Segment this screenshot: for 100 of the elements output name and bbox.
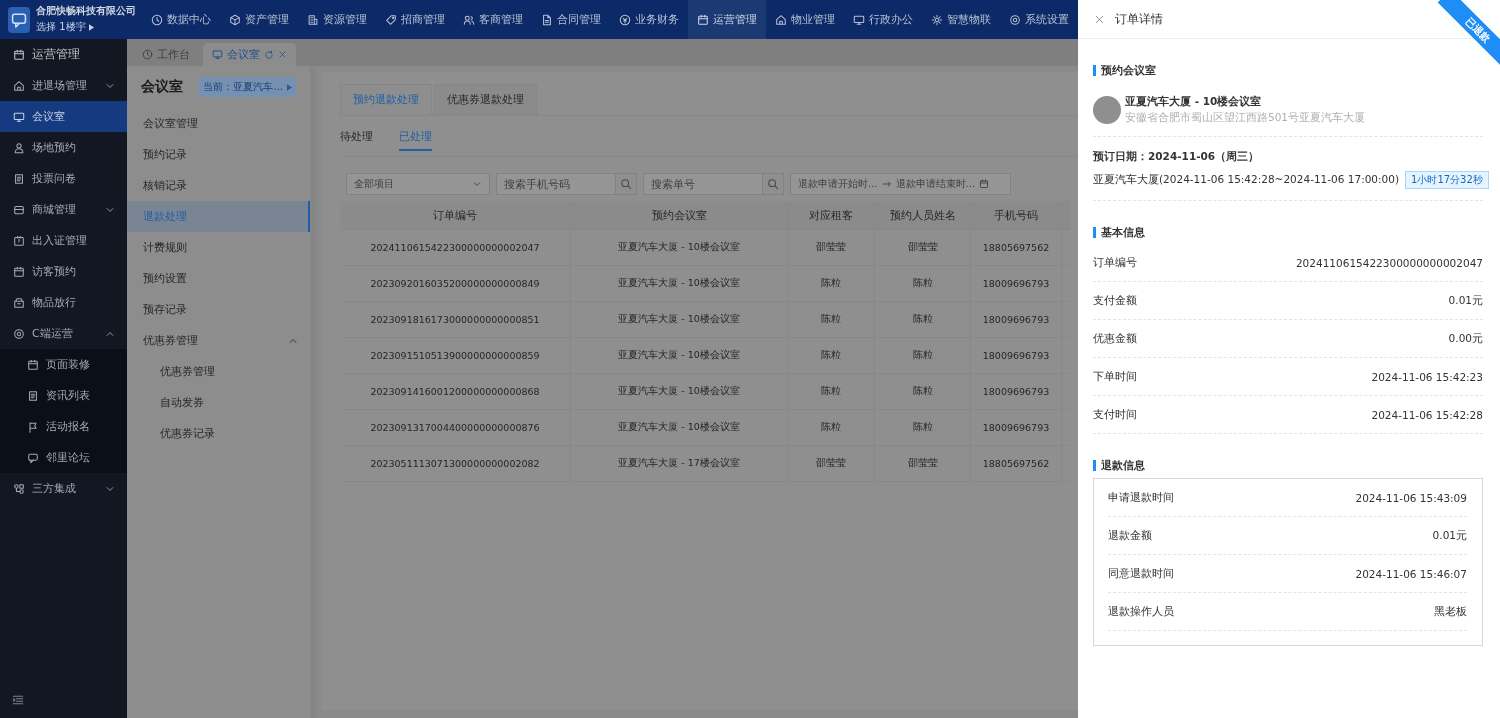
submenu-item[interactable]: 优惠券管理 <box>127 325 310 356</box>
sun-icon <box>931 13 943 26</box>
project-select[interactable]: 全部项目 <box>346 173 490 195</box>
submenu-item[interactable]: 计费规则 <box>127 232 310 263</box>
calendar-icon <box>979 179 990 189</box>
field-label: 退款金额 <box>1108 528 1152 543</box>
nav-tab[interactable]: 行政办公 <box>844 0 922 39</box>
building-icon <box>307 13 319 26</box>
refresh-icon[interactable] <box>264 49 274 60</box>
table-cell: 2023091416001200000000000868 <box>340 374 571 409</box>
sidebar-item[interactable]: 投票问卷 <box>0 163 127 194</box>
box-icon <box>13 296 25 309</box>
drawer-title: 订单详情 <box>1115 11 1163 27</box>
submenu-item[interactable]: 预存记录 <box>127 294 310 325</box>
nav-tab[interactable]: 合同管理 <box>532 0 610 39</box>
table-cell: 亚夏汽车大厦 - 10楼会议室 <box>571 410 788 445</box>
duration-tag: 1小时17分32秒 <box>1405 171 1489 189</box>
person-icon <box>13 141 25 154</box>
sidebar-item[interactable]: 访客预约 <box>0 256 127 287</box>
table-cell: 亚夏汽车大厦 - 10楼会议室 <box>571 374 788 409</box>
table-cell: 陈粒 <box>788 410 875 445</box>
submenu-item[interactable]: 优惠券管理 <box>127 356 310 387</box>
sidebar-item[interactable]: 会议室 <box>0 101 127 132</box>
close-icon[interactable] <box>1094 13 1105 25</box>
sidebar-subitem[interactable]: 页面装修 <box>0 349 127 380</box>
table-cell: 2023091317004400000000000876 <box>340 410 571 445</box>
monitor-icon <box>212 49 223 60</box>
field-value: 0.01元 <box>1432 528 1467 543</box>
table-cell: 陈粒 <box>875 266 971 301</box>
basket-icon <box>13 203 25 216</box>
field-value: 黑老板 <box>1434 604 1467 619</box>
search-icon <box>767 178 779 190</box>
nav-tab[interactable]: 物业管理 <box>766 0 844 39</box>
sidebar-item[interactable]: 商城管理 <box>0 194 127 225</box>
sidebar-item[interactable]: 三方集成 <box>0 473 127 504</box>
table-cell: 2023091816173000000000000851 <box>340 302 571 337</box>
table-cell: 18805697562 <box>971 230 1062 265</box>
table-cell: 陈粒 <box>875 302 971 337</box>
field-value: 2024-11-06 15:42:23 <box>1371 370 1483 383</box>
menu-fold-icon[interactable] <box>12 694 24 706</box>
submenu-item[interactable]: 预约设置 <box>127 263 310 294</box>
coin-icon <box>619 13 631 26</box>
chevron-down-icon <box>472 179 482 189</box>
calendar-icon <box>27 358 39 371</box>
field-label: 优惠金额 <box>1093 331 1137 346</box>
sidebar-item[interactable]: C端运营 <box>0 318 127 349</box>
column-header: 手机号码 <box>971 201 1062 229</box>
list-icon <box>27 389 39 402</box>
nav-tab[interactable]: 资源管理 <box>298 0 376 39</box>
close-icon[interactable] <box>278 50 287 59</box>
field-label: 申请退款时间 <box>1108 490 1174 505</box>
nav-tab[interactable]: 资产管理 <box>220 0 298 39</box>
nav-tab[interactable]: 招商管理 <box>376 0 454 39</box>
table-cell: 邵莹莹 <box>875 230 971 265</box>
nav-tab[interactable]: 业务财务 <box>610 0 688 39</box>
table-cell: 18805697562 <box>971 446 1062 481</box>
search-field[interactable]: 搜索手机号码 <box>496 173 616 195</box>
submenu-item[interactable]: 核销记录 <box>127 170 310 201</box>
monitor-icon <box>13 110 25 123</box>
nav-tab[interactable]: 运营管理 <box>688 0 766 39</box>
submenu-item[interactable]: 预约记录 <box>127 139 310 170</box>
table-cell: 邵莹莹 <box>788 446 875 481</box>
column-header: 预约会议室 <box>571 201 788 229</box>
search-button[interactable] <box>763 173 784 195</box>
table-cell: 陈粒 <box>788 266 875 301</box>
submenu-item[interactable]: 优惠券记录 <box>127 418 310 449</box>
calendar-icon <box>697 13 709 26</box>
sidebar-subitem[interactable]: 资讯列表 <box>0 380 127 411</box>
submenu-item[interactable]: 会议室管理 <box>127 108 310 139</box>
nav-tab[interactable]: 智慧物联 <box>922 0 1000 39</box>
sidebar-item[interactable]: 物品放行 <box>0 287 127 318</box>
table-cell: 2023091510513900000000000859 <box>340 338 571 373</box>
table-cell: 2024110615422300000000002047 <box>340 230 571 265</box>
chat-icon <box>27 451 39 464</box>
search-field[interactable]: 搜索单号 <box>643 173 763 195</box>
monitor-icon <box>853 13 865 26</box>
people-icon <box>463 13 475 26</box>
calendar-icon <box>13 48 25 61</box>
table-cell: 陈粒 <box>788 302 875 337</box>
search-button[interactable] <box>616 173 637 195</box>
column-header: 订单编号 <box>340 201 571 229</box>
table-cell: 18009696793 <box>971 374 1062 409</box>
nav-tab[interactable]: 系统设置 <box>1000 0 1078 39</box>
nav-tab[interactable]: 客商管理 <box>454 0 532 39</box>
field-label: 同意退款时间 <box>1108 566 1174 581</box>
nav-tab[interactable]: 数据中心 <box>142 0 220 39</box>
date-range-field[interactable]: 退款申请开始时... 退款申请结束时... <box>790 173 1011 195</box>
sidebar-item[interactable]: 进退场管理 <box>0 70 127 101</box>
sidebar-subitem[interactable]: 邻里论坛 <box>0 442 127 473</box>
sidebar-heading: 运营管理 <box>0 39 127 70</box>
submenu-item[interactable]: 自动发券 <box>127 387 310 418</box>
room-address: 安徽省合肥市蜀山区望江西路501号亚夏汽车大厦 <box>1125 111 1366 125</box>
building-selector[interactable]: 选择 1楼宇 <box>36 20 136 34</box>
tab[interactable]: 优惠券退款处理 <box>434 84 537 115</box>
sidebar-item[interactable]: 出入证管理 <box>0 225 127 256</box>
sidebar-item[interactable]: 场地预约 <box>0 132 127 163</box>
field-label: 退款操作人员 <box>1108 604 1174 619</box>
sidebar-subitem[interactable]: 活动报名 <box>0 411 127 442</box>
tag-icon <box>385 13 397 26</box>
tab[interactable]: 待处理 <box>340 126 373 149</box>
